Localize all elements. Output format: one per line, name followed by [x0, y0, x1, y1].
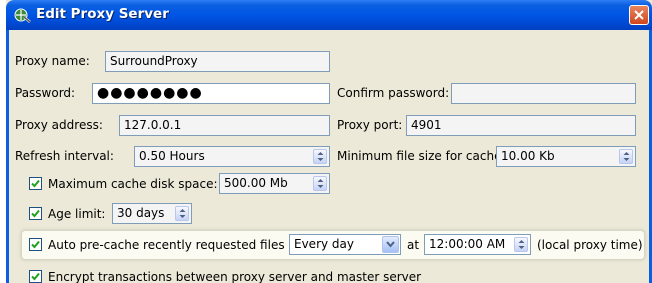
auto-precache-label: Auto pre-cache recently requested files — [48, 238, 285, 252]
proxy-port-label: Proxy port: — [337, 118, 403, 132]
max-cache-label: Maximum cache disk space: — [48, 177, 218, 191]
window-frame-left — [6, 30, 9, 283]
edit-proxy-server-dialog: Edit Proxy Server Proxy name: SurroundPr… — [6, 0, 652, 283]
auto-precache-checkbox[interactable] — [29, 238, 42, 251]
close-button[interactable] — [629, 5, 649, 25]
local-proxy-time-label: (local proxy time) — [537, 238, 643, 252]
at-label: at — [407, 238, 420, 252]
age-limit-checkbox[interactable] — [29, 207, 42, 220]
proxy-server-icon — [14, 6, 32, 24]
chevron-down-icon[interactable] — [382, 236, 399, 253]
checkmark-icon — [31, 209, 40, 218]
spinner-arrows-icon[interactable] — [313, 149, 327, 164]
encrypt-checkbox[interactable] — [29, 270, 42, 283]
proxy-port-input[interactable]: 4901 — [406, 115, 636, 136]
max-cache-checkbox[interactable] — [29, 177, 42, 190]
max-cache-spinner[interactable]: 500.00 Mb — [219, 173, 330, 194]
age-limit-label: Age limit: — [48, 207, 106, 221]
close-icon — [634, 10, 644, 20]
max-cache-value: 500.00 Mb — [224, 176, 288, 190]
refresh-interval-spinner[interactable]: 0.50 Hours — [134, 146, 330, 167]
min-file-size-label: Minimum file size for cache: — [337, 149, 506, 163]
proxy-name-label: Proxy name: — [15, 54, 90, 68]
proxy-address-input[interactable]: 127.0.0.1 — [119, 115, 330, 136]
encrypt-label: Encrypt transactions between proxy serve… — [48, 270, 422, 283]
password-input[interactable]: ●●●●●●●● — [92, 83, 330, 104]
spinner-arrows-icon[interactable] — [175, 206, 189, 221]
proxy-name-input[interactable]: SurroundProxy — [105, 51, 330, 72]
min-file-size-spinner[interactable]: 10.00 Kb — [496, 146, 636, 167]
refresh-interval-value: 0.50 Hours — [139, 149, 205, 163]
spinner-arrows-icon[interactable] — [313, 176, 327, 191]
checkmark-icon — [31, 240, 40, 249]
proxy-address-label: Proxy address: — [15, 118, 103, 132]
checkmark-icon — [31, 179, 40, 188]
precache-time-value: 12:00:00 AM — [429, 237, 506, 251]
title-bar[interactable]: Edit Proxy Server — [6, 0, 652, 30]
password-label: Password: — [15, 86, 76, 100]
spinner-arrows-icon[interactable] — [619, 149, 633, 164]
precache-frequency-value: Every day — [294, 237, 354, 251]
age-limit-value: 30 days — [117, 206, 165, 220]
age-limit-spinner[interactable]: 30 days — [112, 203, 192, 224]
refresh-interval-label: Refresh interval: — [15, 149, 114, 163]
confirm-password-label: Confirm password: — [337, 86, 450, 100]
min-file-size-value: 10.00 Kb — [501, 149, 555, 163]
precache-time-spinner[interactable]: 12:00:00 AM — [424, 234, 531, 255]
dialog-title: Edit Proxy Server — [36, 6, 169, 22]
spinner-arrows-icon[interactable] — [514, 237, 528, 252]
precache-frequency-select[interactable]: Every day — [289, 234, 401, 255]
confirm-password-input[interactable] — [451, 83, 636, 104]
checkmark-icon — [31, 272, 40, 281]
